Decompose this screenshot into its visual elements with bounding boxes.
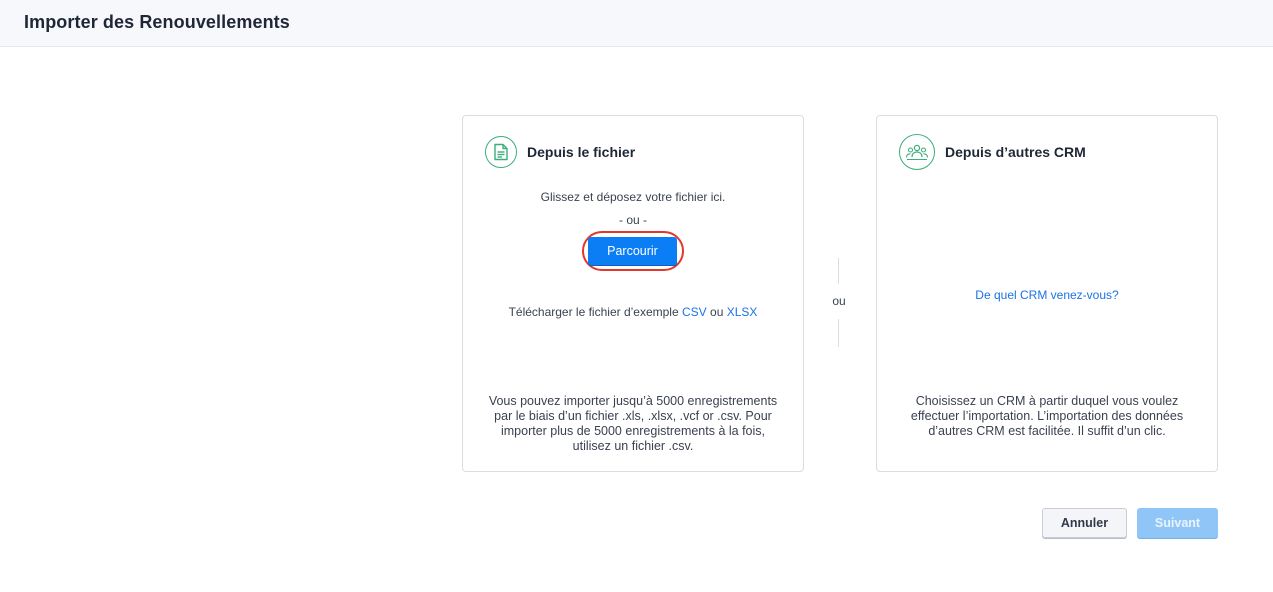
page-header: Importer des Renouvellements <box>0 0 1273 47</box>
divider-top <box>838 258 839 284</box>
sample-file-line: Télécharger le fichier d’exemple CSV ou … <box>463 305 803 319</box>
browse-button[interactable]: Parcourir <box>588 237 677 265</box>
sample-or-text: ou <box>710 305 724 319</box>
document-icon <box>485 136 517 168</box>
file-import-note: Vous pouvez importer jusqu’à 5000 enregi… <box>488 394 778 453</box>
import-from-file-card[interactable]: Depuis le fichier Glissez et déposez vot… <box>462 115 804 472</box>
crm-import-note: Choisissez un CRM à partir duquel vous v… <box>910 394 1184 438</box>
sample-file-text: Télécharger le fichier d’exemple <box>508 305 679 319</box>
crm-card-header: Depuis d’autres CRM <box>899 134 1086 170</box>
crm-source-link[interactable]: De quel CRM venez-vous? <box>877 288 1217 302</box>
drop-zone-text: Glissez et déposez votre fichier ici. <box>540 190 726 204</box>
cancel-button[interactable]: Annuler <box>1042 508 1127 538</box>
page-title: Importer des Renouvellements <box>24 12 290 32</box>
import-from-crm-card[interactable]: Depuis d’autres CRM De quel CRM venez-vo… <box>876 115 1218 472</box>
users-group-icon <box>899 134 935 170</box>
sample-csv-link[interactable]: CSV <box>682 305 707 319</box>
divider-bottom <box>838 319 839 347</box>
file-card-header: Depuis le fichier <box>485 135 635 169</box>
sample-xlsx-link[interactable]: XLSX <box>727 305 758 319</box>
divider-or-text: ou <box>832 294 846 308</box>
crm-card-title: Depuis d’autres CRM <box>945 144 1086 160</box>
next-button[interactable]: Suivant <box>1137 508 1218 538</box>
or-separator: - ou - <box>618 213 647 227</box>
file-card-title: Depuis le fichier <box>527 144 636 160</box>
